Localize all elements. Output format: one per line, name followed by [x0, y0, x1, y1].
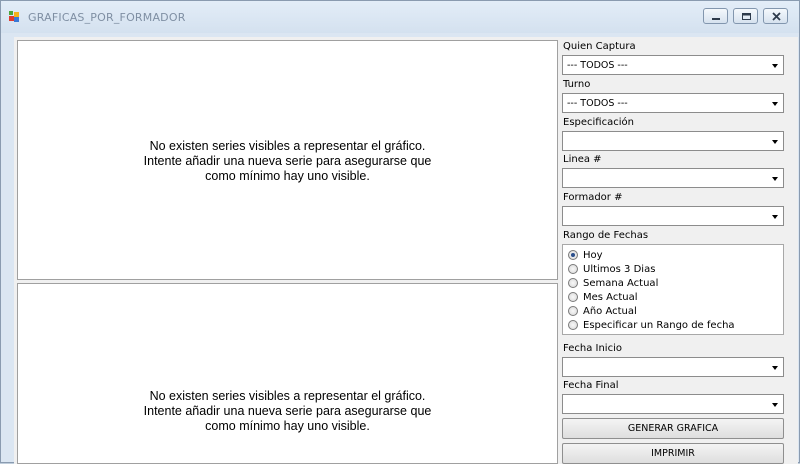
fecha-final-picker[interactable]: [562, 394, 784, 414]
linea-select[interactable]: [562, 168, 784, 188]
fecha-inicio-picker[interactable]: [562, 357, 784, 377]
chart-message-line: Intente añadir una nueva serie para aseg…: [143, 404, 432, 418]
window-title: GRAFICAS_POR_FORMADOR: [28, 11, 186, 24]
radio-button-icon[interactable]: [568, 278, 578, 288]
radio-label: Ultimos 3 Dias: [583, 264, 656, 275]
formador-select[interactable]: [562, 206, 784, 226]
title-bar[interactable]: GRAFICAS_POR_FORMADOR: [1, 1, 799, 33]
radio-label: Mes Actual: [583, 292, 638, 303]
quien-captura-value: --- TODOS ---: [567, 60, 628, 71]
radio-label: Especificar un Rango de fecha: [583, 320, 735, 331]
minimize-icon: [712, 18, 720, 20]
turno-value: --- TODOS ---: [567, 98, 628, 109]
chart-top[interactable]: No existen series visibles a representar…: [17, 40, 558, 280]
close-button[interactable]: [763, 8, 788, 24]
rango-fechas-label: Rango de Fechas: [563, 230, 649, 241]
app-icon: [9, 11, 19, 22]
fecha-inicio-label: Fecha Inicio: [563, 343, 622, 354]
dropdown-arrow-icon[interactable]: [772, 140, 778, 144]
maximize-button[interactable]: [733, 8, 758, 24]
formador-label: Formador #: [563, 192, 623, 203]
especificacion-label: Especificación: [563, 117, 634, 128]
chart-message-line: como mínimo hay uno visible.: [205, 169, 370, 183]
fecha-final-label: Fecha Final: [563, 380, 619, 391]
chart-message-line: Intente añadir una nueva serie para aseg…: [143, 154, 432, 168]
main-window: GRAFICAS_POR_FORMADOR No existen series …: [0, 0, 800, 464]
dropdown-arrow-icon[interactable]: [772, 215, 778, 219]
quien-captura-label: Quien Captura: [563, 41, 636, 52]
minimize-button[interactable]: [703, 8, 728, 24]
dropdown-arrow-icon[interactable]: [772, 177, 778, 181]
dropdown-arrow-icon[interactable]: [772, 64, 778, 68]
turno-label: Turno: [563, 79, 591, 90]
dropdown-arrow-icon[interactable]: [772, 102, 778, 106]
maximize-icon: [742, 13, 751, 20]
radio-label: Año Actual: [583, 306, 637, 317]
quien-captura-select[interactable]: --- TODOS ---: [562, 55, 784, 75]
radio-button-icon[interactable]: [568, 320, 578, 330]
chart-bottom[interactable]: No existen series visibles a representar…: [17, 283, 558, 464]
radio-label: Hoy: [583, 250, 603, 261]
generar-grafica-button[interactable]: GENERAR GRAFICA: [562, 418, 784, 439]
filter-panel: Quien Captura --- TODOS --- Turno --- TO…: [562, 37, 798, 464]
rango-fechas-group: Hoy Ultimos 3 Dias Semana Actual Mes Act…: [562, 244, 784, 335]
close-icon: [772, 12, 781, 21]
radio-button-icon[interactable]: [568, 250, 578, 260]
radio-button-icon[interactable]: [568, 292, 578, 302]
turno-select[interactable]: --- TODOS ---: [562, 93, 784, 113]
linea-label: Linea #: [563, 154, 602, 165]
client-area: No existen series visibles a representar…: [14, 37, 798, 464]
imprimir-label: IMPRIMIR: [651, 448, 695, 459]
especificacion-select[interactable]: [562, 131, 784, 151]
dropdown-arrow-icon[interactable]: [772, 366, 778, 370]
chart-message-line: No existen series visibles a representar…: [149, 389, 426, 403]
radio-label: Semana Actual: [583, 278, 659, 289]
generar-grafica-label: GENERAR GRAFICA: [627, 423, 719, 434]
radio-button-icon[interactable]: [568, 264, 578, 274]
radio-button-icon[interactable]: [568, 306, 578, 316]
imprimir-button[interactable]: IMPRIMIR: [562, 443, 784, 464]
chart-bottom-message: No existen series visibles a representar…: [18, 389, 557, 434]
chart-top-message: No existen series visibles a representar…: [18, 139, 557, 184]
dropdown-arrow-icon[interactable]: [772, 403, 778, 407]
chart-message-line: No existen series visibles a representar…: [149, 139, 426, 153]
chart-message-line: como mínimo hay uno visible.: [205, 419, 370, 433]
